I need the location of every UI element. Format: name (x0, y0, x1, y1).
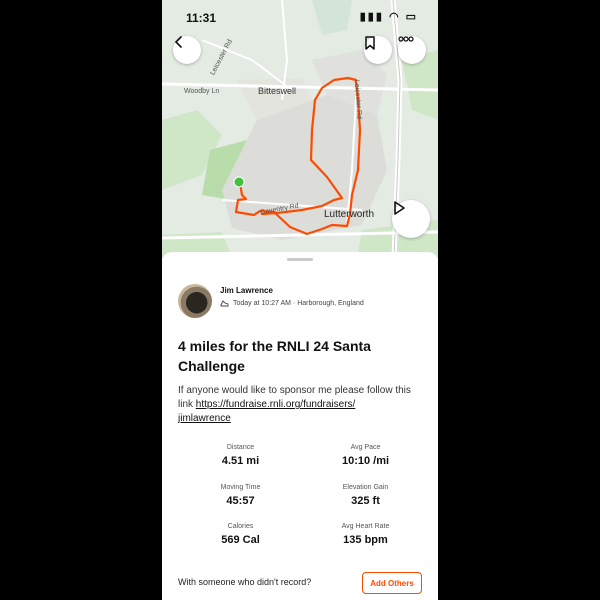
stat-avg-pace: Avg Pace 10:10 /mi (303, 444, 428, 467)
phone-screen: Leicester Rd Woodby Ln Bitteswell Covent… (162, 0, 438, 600)
more-options-button[interactable] (398, 36, 426, 64)
stat-value: 325 ft (351, 495, 380, 507)
stat-elevation-gain: Elevation Gain 325 ft (303, 484, 428, 507)
signal-wifi-battery-icon: ▮▮▮ ◠ ▭ (359, 11, 418, 23)
stat-distance: Distance 4.51 mi (178, 444, 303, 467)
sheet-drag-handle[interactable] (287, 258, 313, 261)
route-map[interactable]: Leicester Rd Woodby Ln Bitteswell Covent… (162, 0, 438, 258)
stat-value: 135 bpm (343, 534, 388, 546)
athlete-name[interactable]: Jim Lawrence (220, 286, 273, 295)
bookmark-button[interactable] (364, 36, 392, 64)
chevron-left-icon (174, 36, 182, 48)
stat-value: 569 Cal (221, 534, 260, 546)
fundraiser-link-line2: jimlawrence (178, 413, 231, 424)
back-button[interactable] (173, 36, 201, 64)
stat-value: 10:10 /mi (341, 455, 390, 467)
status-bar: 11:31 ▮▮▮ ◠ ▭ (162, 0, 438, 34)
stat-moving-time: Moving Time 45:57 (178, 484, 303, 507)
stat-label: Avg Pace (350, 444, 381, 451)
stat-label: Calories (227, 523, 254, 530)
fundraiser-link-line1: https://fundraise.rnli.org/fundraisers/ (195, 399, 356, 410)
play-icon (394, 201, 405, 215)
map-road-label: Woodby Ln (184, 88, 220, 95)
map-place-label: Lutterworth (324, 209, 375, 220)
stat-label: Avg Heart Rate (341, 523, 390, 530)
stat-value: 45:57 (226, 495, 255, 507)
bookmark-icon (365, 36, 375, 50)
add-others-prompt: With someone who didn't record? (178, 577, 312, 587)
play-flyby-button[interactable] (392, 200, 430, 238)
more-dots-icon (398, 36, 414, 42)
stat-calories: Calories 569 Cal (178, 523, 303, 546)
activity-meta-text: Today at 10:27 AM · Harborough, England (233, 300, 364, 307)
fundraiser-link[interactable]: https://fundraise.rnli.org/fundraisers/j… (178, 399, 355, 424)
activity-sheet: Jim Lawrence Today at 10:27 AM · Harboro… (162, 252, 438, 600)
running-shoe-icon (220, 300, 229, 307)
activity-title: 4 miles for the RNLI 24 Santa Challenge (178, 338, 371, 374)
activity-description: If anyone would like to sponsor me pleas… (178, 384, 428, 426)
add-others-row: With someone who didn't record? Add Othe… (178, 572, 422, 594)
activity-meta: Today at 10:27 AM · Harborough, England (220, 299, 364, 308)
stat-label: Elevation Gain (342, 484, 389, 491)
route-start-marker (233, 176, 245, 188)
stat-label: Distance (226, 444, 255, 451)
stat-label: Moving Time (220, 484, 261, 491)
add-others-button[interactable]: Add Others (362, 572, 422, 594)
stat-avg-heart-rate: Avg Heart Rate 135 bpm (303, 523, 428, 546)
stat-value: 4.51 mi (221, 455, 260, 467)
map-place-label: Bitteswell (258, 86, 297, 96)
avatar[interactable] (178, 284, 212, 318)
status-time: 11:31 (186, 11, 217, 25)
